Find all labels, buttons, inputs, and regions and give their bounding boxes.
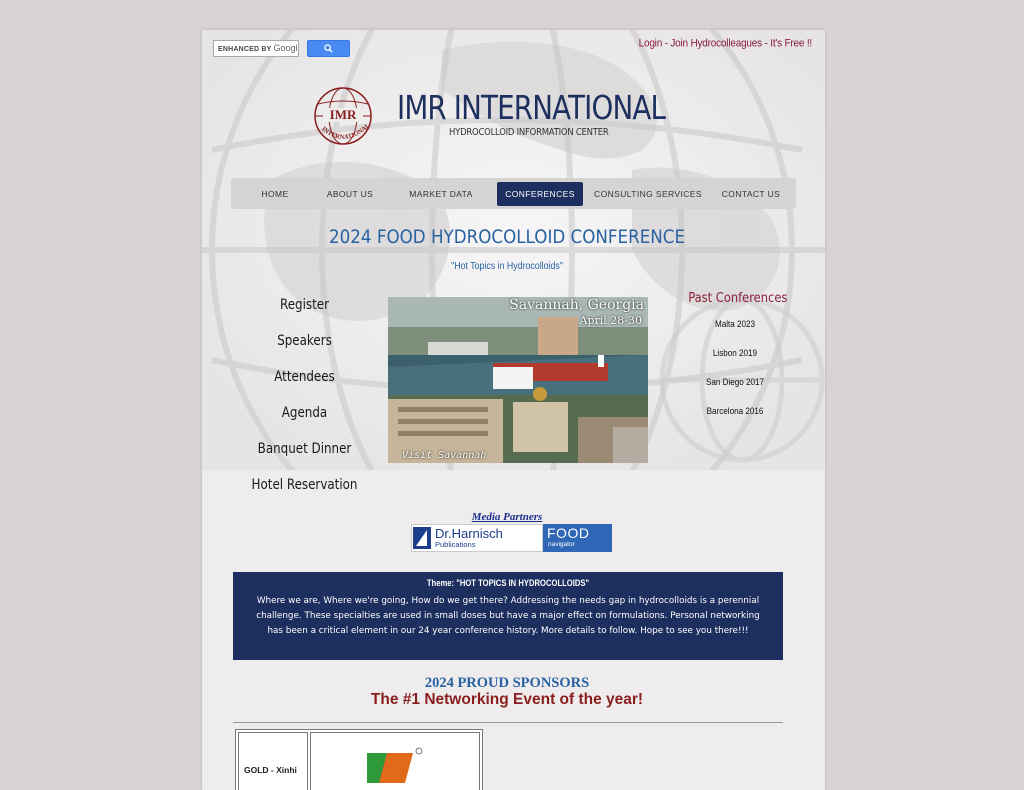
nav-contact-us[interactable]: CONTACT US [715,182,787,206]
menu-agenda[interactable]: Agenda [243,403,366,439]
harnisch-mark-icon [413,527,431,549]
nav-about-us[interactable]: ABOUT US [314,182,386,206]
media-partners-title[interactable]: Media Partners [202,511,812,523]
sponsor-tier-cell: GOLD - Xinhi [238,732,308,790]
menu-banquet-dinner[interactable]: Banquet Dinner [243,439,366,475]
divider [233,722,783,723]
harnisch-sub: Publications [435,539,476,549]
menu-hotel-reservation[interactable]: Hotel Reservation [243,475,366,511]
nav-market-data[interactable]: MARKET DATA [400,182,482,206]
brand-subtitle: HYDROCOLLOID INFORMATION CENTER [449,127,609,138]
menu-register[interactable]: Register [243,295,366,331]
past-conferences-list: Malta 2023 Lisbon 2019 San Diego 2017 Ba… [680,316,790,432]
photo-city-label: Savannah, Georgia [509,297,644,313]
search-input[interactable]: ENHANCED BY Googl [213,40,299,57]
login-join-link[interactable]: Login - Join Hydrocolleagues - It's Free… [639,37,813,49]
sponsor-logo-cell[interactable] [310,732,480,790]
past-conference-san-diego[interactable]: San Diego 2017 [686,374,785,403]
dr-harnisch-logo[interactable]: Dr.Harnisch Publications [411,524,543,552]
nav-conferences[interactable]: CONFERENCES [497,181,583,206]
search-enhanced-label: ENHANCED BY [218,46,272,53]
theme-body: Where we are, Where we're going, How do … [256,596,760,636]
sponsor-logo-icon [367,747,423,783]
photo-date-label: April 28-30 [579,314,643,327]
food-navigator-logo[interactable]: FOOD navigator [543,524,612,552]
savannah-photo[interactable]: Savannah, Georgia April 28-30 Visit Sava… [388,297,648,463]
past-conference-malta[interactable]: Malta 2023 [686,316,785,345]
menu-speakers[interactable]: Speakers [243,331,366,367]
sponsor-table: GOLD - Xinhi [235,729,483,790]
search-brand-label: Googl [273,43,298,53]
harnisch-name: Dr.Harnisch [435,525,503,541]
past-conferences-title: Past Conferences [688,290,788,306]
page-container: ENHANCED BY Googl Login - Join Hydrocoll… [202,30,825,790]
past-conference-barcelona[interactable]: Barcelona 2016 [686,403,785,432]
svg-text:INTERNATIONAL: INTERNATIONAL [320,122,372,141]
food-navigator-small: navigator [548,541,575,548]
brand-title: IMR INTERNATIONAL [397,88,666,127]
main-nav: HOME ABOUT US MARKET DATA CONFERENCES CO… [231,178,796,209]
photo-caption: Visit Savannah [402,450,487,461]
theme-panel: Theme: "HOT TOPICS IN HYDROCOLLOIDS" Whe… [233,572,783,660]
theme-title: Theme: "HOT TOPICS IN HYDROCOLLOIDS" [426,578,590,588]
nav-home[interactable]: HOME [249,182,301,206]
past-conference-lisbon[interactable]: Lisbon 2019 [686,345,785,374]
media-partners-logos: Dr.Harnisch Publications FOOD navigator [411,524,612,552]
svg-text:IMR: IMR [330,107,357,122]
sponsors-subtitle: The #1 Networking Event of the year! [370,691,644,708]
sponsor-tier-label: GOLD - Xinhi [244,765,297,775]
site-search: ENHANCED BY Googl [213,40,350,57]
nav-consulting-services[interactable]: CONSULTING SERVICES [593,182,703,206]
search-icon [324,44,333,53]
imr-logo[interactable]: IMR INTERNATIONAL [310,86,376,152]
food-navigator-big: FOOD [547,525,590,541]
menu-attendees[interactable]: Attendees [243,367,366,403]
search-button[interactable] [307,40,350,57]
sponsors-title: 2024 PROUD SPONSORS [424,675,590,691]
conference-title: 2024 FOOD HYDROCOLLOID CONFERENCE [328,226,686,248]
conference-menu: Register Speakers Attendees Agenda Banqu… [232,295,377,511]
conference-subtitle: "Hot Topics in Hydrocolloids" [451,261,563,272]
